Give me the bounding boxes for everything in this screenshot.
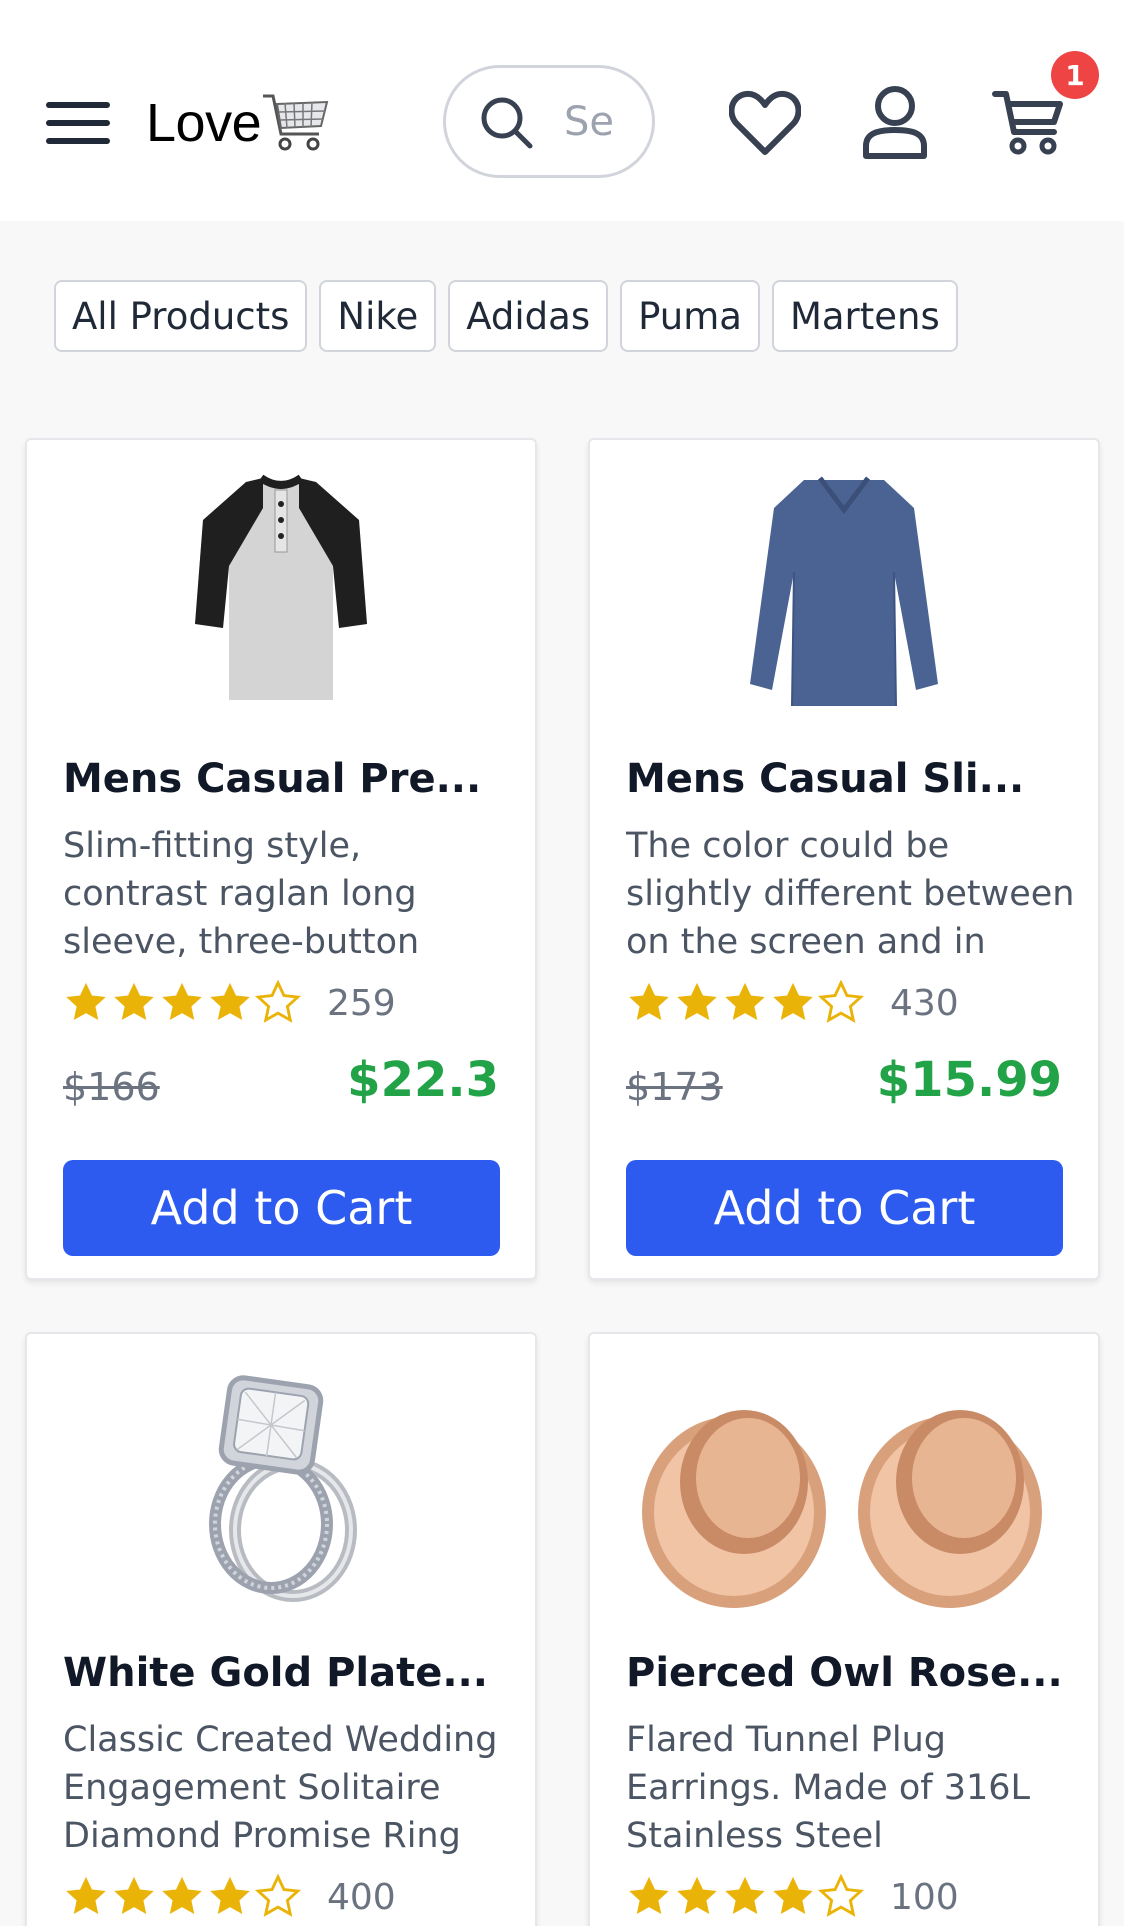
sale-price: $22.3 (347, 1052, 499, 1108)
blue-long-sleeve-shirt-image (750, 476, 938, 707)
star-filled-icon (66, 982, 106, 1021)
product-description: The color could be slightly different be… (626, 826, 1075, 962)
product-image[interactable] (27, 1362, 535, 1612)
star-filled-icon (773, 1876, 813, 1915)
product-card[interactable]: Mens Casual Pre... Slim-fitting style, c… (25, 438, 537, 1280)
filter-martens[interactable]: Martens (771, 280, 958, 352)
star-filled-icon (114, 982, 154, 1021)
cart-icon[interactable] (992, 88, 1064, 156)
star-filled-icon (725, 1876, 765, 1915)
star-filled-icon (629, 982, 669, 1021)
filter-nike[interactable]: Nike (319, 280, 437, 352)
product-image[interactable] (590, 468, 1098, 718)
filter-all-products[interactable]: All Products (54, 280, 308, 352)
heart-icon[interactable] (729, 90, 801, 156)
star-filled-icon (210, 982, 250, 1021)
filter-adidas[interactable]: Adidas (448, 280, 609, 352)
menu-icon[interactable] (46, 102, 110, 144)
product-rating: 259 (63, 980, 396, 1026)
rose-gold-tunnel-plugs-image (642, 1410, 1042, 1608)
product-card[interactable]: Mens Casual Sli... The color could be sl… (588, 438, 1100, 1280)
product-description: Classic Created Wedding Engagement Solit… (63, 1720, 498, 1856)
star-filled-icon (162, 982, 202, 1021)
user-icon[interactable] (862, 84, 928, 160)
rating-count: 259 (327, 982, 396, 1024)
star-rating (626, 1874, 864, 1920)
product-card[interactable]: Pierced Owl Rose... Flared Tunnel Plug E… (588, 1332, 1100, 1926)
star-filled-icon (162, 1876, 202, 1915)
rating-count: 100 (890, 1876, 959, 1918)
raglan-henley-shirt-image (195, 474, 367, 700)
star-empty-icon (818, 980, 864, 1023)
sale-price: $15.99 (876, 1052, 1062, 1108)
product-image[interactable] (27, 468, 535, 718)
star-rating (626, 980, 864, 1026)
star-filled-icon (210, 1876, 250, 1915)
star-filled-icon (725, 982, 765, 1021)
product-rating: 400 (63, 1874, 396, 1920)
product-description: Slim-fitting style, contrast raglan long… (63, 826, 420, 962)
product-title[interactable]: Mens Casual Sli... (626, 756, 1024, 802)
star-filled-icon (629, 1876, 669, 1915)
star-empty-icon (818, 1874, 864, 1917)
star-filled-icon (677, 1876, 717, 1915)
product-card[interactable]: White Gold Plate... Classic Created Wedd… (25, 1332, 537, 1926)
star-filled-icon (114, 1876, 154, 1915)
add-to-cart-button[interactable]: Add to Cart (63, 1160, 500, 1256)
star-empty-icon (255, 980, 301, 1023)
logo-text: Love (146, 93, 262, 153)
product-description: Flared Tunnel Plug Earrings. Made of 316… (626, 1720, 1031, 1856)
star-filled-icon (677, 982, 717, 1021)
product-title[interactable]: Pierced Owl Rose... (626, 1650, 1063, 1696)
shopping-cart-logo-icon (263, 94, 329, 151)
star-rating (63, 1874, 301, 1920)
search-input[interactable] (564, 98, 644, 145)
product-title[interactable]: White Gold Plate... (63, 1650, 488, 1696)
star-filled-icon (66, 1876, 106, 1915)
search-box[interactable] (443, 65, 655, 178)
filter-puma[interactable]: Puma (620, 280, 760, 352)
star-rating (63, 980, 301, 1026)
product-rating: 430 (626, 980, 959, 1026)
search-icon (481, 97, 533, 148)
original-price: $173 (626, 1065, 723, 1109)
star-empty-icon (255, 1874, 301, 1917)
original-price: $166 (63, 1065, 160, 1109)
add-to-cart-button[interactable]: Add to Cart (626, 1160, 1063, 1256)
product-image[interactable] (590, 1362, 1098, 1612)
product-rating: 100 (626, 1874, 959, 1920)
star-filled-icon (773, 982, 813, 1021)
cart-count-badge: 1 (1051, 51, 1099, 99)
logo[interactable]: Love (146, 88, 331, 158)
header: Love 1 (0, 0, 1124, 221)
rating-count: 430 (890, 982, 959, 1024)
product-title[interactable]: Mens Casual Pre... (63, 756, 481, 802)
rating-count: 400 (327, 1876, 396, 1918)
diamond-ring-image (209, 1375, 357, 1602)
category-filters: All Products Nike Adidas Puma Martens (54, 280, 958, 352)
